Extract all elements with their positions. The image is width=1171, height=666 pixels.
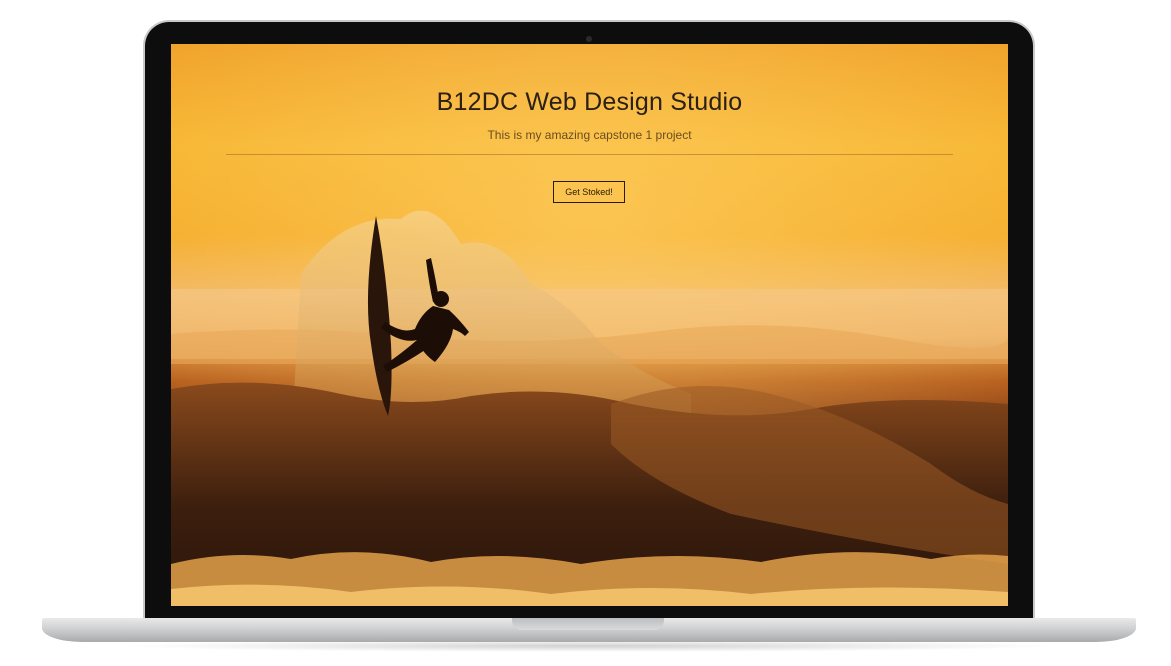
camera-icon	[586, 36, 592, 42]
laptop-mockup: B12DC Web Design Studio This is my amazi…	[0, 0, 1171, 666]
page-title: B12DC Web Design Studio	[436, 88, 743, 116]
website-screen: B12DC Web Design Studio This is my amazi…	[171, 44, 1008, 606]
laptop-notch	[512, 618, 664, 630]
divider	[226, 154, 953, 155]
page-subtitle: This is my amazing capstone 1 project	[487, 128, 692, 142]
get-stoked-button[interactable]: Get Stoked!	[553, 181, 625, 203]
